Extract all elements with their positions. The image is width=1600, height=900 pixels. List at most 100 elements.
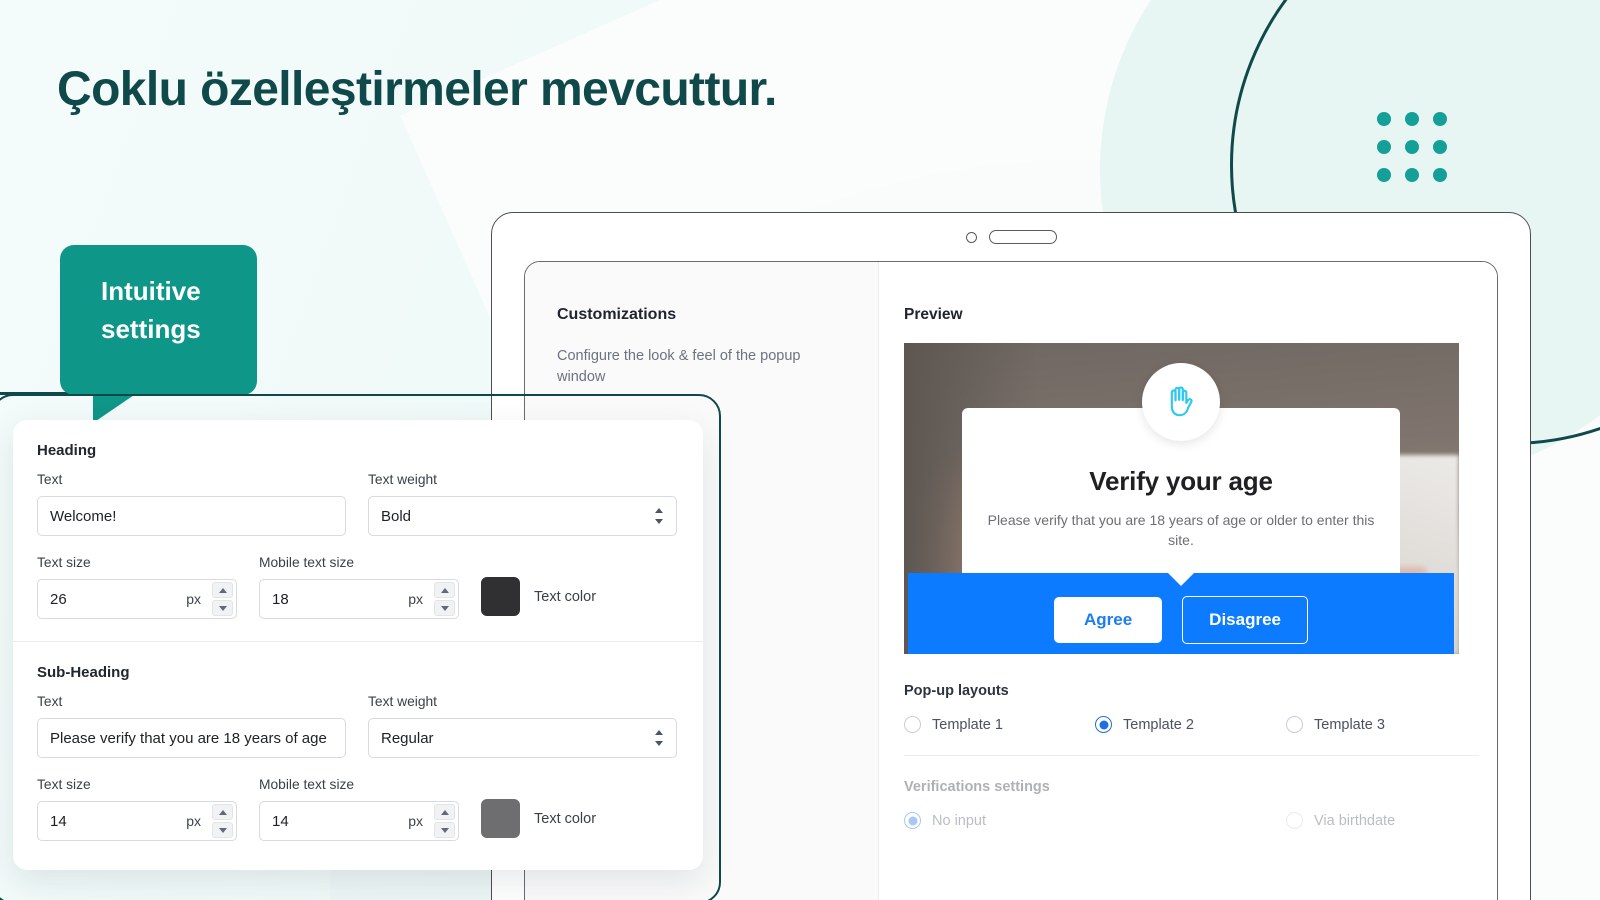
subheading-weight-label: Text weight bbox=[368, 694, 438, 709]
verifications-settings-block: Verifications settings No input Via birt… bbox=[904, 779, 1479, 829]
subheading-text-size-wrap: px bbox=[37, 801, 237, 841]
dot bbox=[1377, 168, 1391, 182]
popup-layouts-radio-group: Template 1 Template 2 Template 3 bbox=[904, 716, 1479, 733]
heading-text-input[interactable] bbox=[37, 496, 346, 536]
subheading-text-size-label: Text size bbox=[37, 777, 91, 792]
subheading-text-size-input[interactable] bbox=[37, 801, 237, 841]
verification-option-label: Via birthdate bbox=[1314, 812, 1396, 829]
stepper-up-icon[interactable] bbox=[212, 804, 233, 820]
layout-option-template-2[interactable]: Template 2 bbox=[1095, 716, 1286, 733]
raised-hand-icon bbox=[1142, 363, 1220, 441]
popup-layouts-title: Pop-up layouts bbox=[904, 683, 1009, 699]
heading-text-field-group: Text bbox=[37, 472, 346, 536]
heading-color-group: Text color bbox=[481, 577, 596, 619]
radio-icon[interactable] bbox=[1286, 716, 1303, 733]
section-divider bbox=[13, 641, 703, 642]
heading-text-color-swatch[interactable] bbox=[481, 577, 520, 616]
speaker-icon bbox=[988, 230, 1057, 244]
subheading-text-label: Text bbox=[37, 694, 63, 709]
heading-weight-select[interactable] bbox=[368, 496, 677, 536]
subheading-weight-select[interactable] bbox=[368, 718, 677, 758]
heading-weight-select-wrap bbox=[368, 496, 677, 536]
customizations-title: Customizations bbox=[557, 306, 677, 323]
radio-icon[interactable] bbox=[1286, 812, 1303, 829]
heading-mobile-size-label: Mobile text size bbox=[259, 555, 355, 570]
radio-icon-selected[interactable] bbox=[904, 812, 921, 829]
subheading-text-row: Text Text weight bbox=[37, 694, 677, 758]
layout-option-label: Template 1 bbox=[932, 716, 1003, 733]
dot bbox=[1405, 112, 1419, 126]
subheading-size-row: Text size px Mobile text size px bbox=[37, 777, 677, 841]
popup-layouts-block: Pop-up layouts Template 1 Template 2 Tem… bbox=[904, 683, 1479, 756]
popup-subheading: Please verify that you are 18 years of a… bbox=[987, 512, 1375, 548]
stepper-up-icon[interactable] bbox=[212, 582, 233, 598]
verification-option-label: No input bbox=[932, 812, 987, 829]
customizations-subtitle: Configure the look & feel of the popup w… bbox=[557, 348, 801, 385]
subheading-mobile-size-input[interactable] bbox=[259, 801, 459, 841]
heading-mobile-size-input[interactable] bbox=[259, 579, 459, 619]
layout-option-label: Template 2 bbox=[1123, 716, 1194, 733]
verification-option-via-birthdate[interactable]: Via birthdate bbox=[1286, 812, 1477, 829]
subheading-text-color-label: Text color bbox=[534, 810, 597, 827]
subheading-mobile-size-label: Mobile text size bbox=[259, 777, 355, 792]
stepper-up-icon[interactable] bbox=[434, 804, 455, 820]
subheading-mobile-size-wrap: px bbox=[259, 801, 459, 841]
heading-weight-field-group: Text weight bbox=[368, 472, 677, 536]
intuitive-settings-callout: Intuitive settings bbox=[60, 245, 257, 423]
camera-icon bbox=[965, 231, 977, 243]
verifications-radio-group: No input Via birthdate bbox=[904, 812, 1479, 829]
agree-button[interactable]: Agree bbox=[1053, 597, 1163, 644]
preview-title: Preview bbox=[904, 306, 963, 323]
dot bbox=[1433, 140, 1447, 154]
subheading-text-color-swatch[interactable] bbox=[481, 799, 520, 838]
age-verification-popup: Verify your age Please verify that you a… bbox=[908, 363, 1454, 654]
heading-text-size-wrap: px bbox=[37, 579, 237, 619]
heading-text-row: Text Text weight bbox=[37, 472, 677, 536]
heading-weight-label: Text weight bbox=[368, 472, 438, 487]
radio-icon[interactable] bbox=[904, 716, 921, 733]
heading-section-title: Heading bbox=[37, 442, 97, 459]
heading-text-size-label: Text size bbox=[37, 555, 91, 570]
popup-notch-icon bbox=[1168, 573, 1194, 587]
heading-text-color-label: Text color bbox=[534, 588, 597, 605]
callout-line-1: Intuitive bbox=[101, 276, 201, 306]
popup-action-band: Agree Disagree bbox=[908, 573, 1454, 654]
subheading-text-size-group: Text size px bbox=[37, 777, 237, 841]
layout-option-template-1[interactable]: Template 1 bbox=[904, 716, 1095, 733]
subheading-text-input[interactable] bbox=[37, 718, 346, 758]
dot bbox=[1433, 168, 1447, 182]
heading-mobile-size-group: Mobile text size px bbox=[259, 555, 459, 619]
heading-text-size-input[interactable] bbox=[37, 579, 237, 619]
settings-panel: Heading Text Text weight Text size px bbox=[13, 420, 703, 870]
stepper-down-icon[interactable] bbox=[212, 600, 233, 616]
heading-size-row: Text size px Mobile text size px bbox=[37, 555, 677, 619]
heading-mobile-size-stepper[interactable] bbox=[434, 582, 455, 616]
dot bbox=[1377, 140, 1391, 154]
dot bbox=[1377, 112, 1391, 126]
heading-text-size-stepper[interactable] bbox=[212, 582, 233, 616]
dot bbox=[1405, 168, 1419, 182]
tablet-top-bar bbox=[492, 213, 1530, 261]
heading-text-label: Text bbox=[37, 472, 63, 487]
dot-grid-decoration bbox=[1377, 112, 1447, 182]
preview-column: Preview Verify your age Please verify th… bbox=[879, 262, 1497, 900]
verifications-settings-title: Verifications settings bbox=[904, 779, 1050, 795]
subheading-text-field-group: Text bbox=[37, 694, 346, 758]
stepper-down-icon[interactable] bbox=[434, 600, 455, 616]
stepper-down-icon[interactable] bbox=[434, 822, 455, 838]
dot bbox=[1433, 112, 1447, 126]
disagree-button[interactable]: Disagree bbox=[1182, 596, 1308, 645]
verification-option-no-input[interactable]: No input bbox=[904, 812, 1286, 829]
popup-heading: Verify your age bbox=[1089, 466, 1273, 496]
stepper-up-icon[interactable] bbox=[434, 582, 455, 598]
preview-stage: Verify your age Please verify that you a… bbox=[904, 343, 1459, 654]
stepper-down-icon[interactable] bbox=[212, 822, 233, 838]
subheading-text-size-stepper[interactable] bbox=[212, 804, 233, 838]
layout-option-label: Template 3 bbox=[1314, 716, 1385, 733]
radio-icon-selected[interactable] bbox=[1095, 716, 1112, 733]
subheading-weight-select-wrap bbox=[368, 718, 677, 758]
subheading-mobile-size-stepper[interactable] bbox=[434, 804, 455, 838]
subheading-section-title: Sub-Heading bbox=[37, 664, 130, 681]
heading-mobile-size-wrap: px bbox=[259, 579, 459, 619]
layout-option-template-3[interactable]: Template 3 bbox=[1286, 716, 1477, 733]
